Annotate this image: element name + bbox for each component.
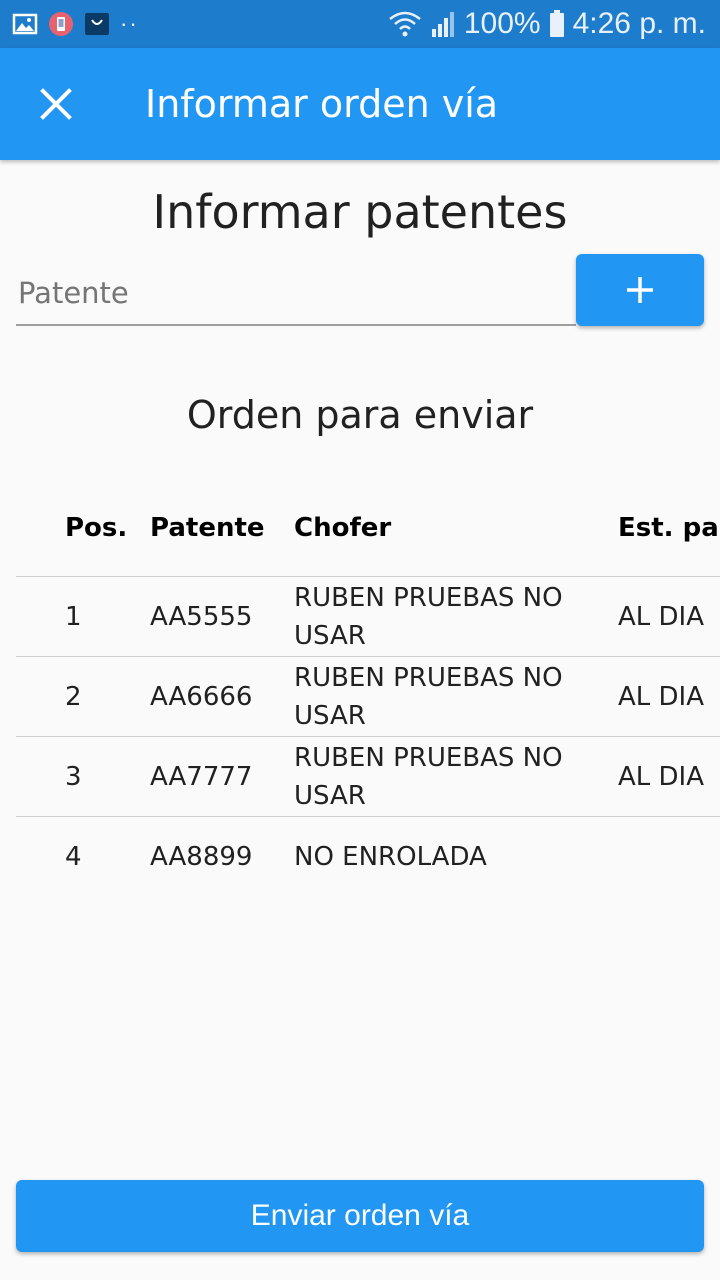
status-indicators: 100% 4:26 p. m. xyxy=(388,8,706,40)
form-title: Informar patentes xyxy=(152,185,568,239)
cell-estado: AL DIA xyxy=(618,681,705,712)
cell-patente: AA5555 xyxy=(150,601,253,632)
signal-icon xyxy=(431,12,454,37)
close-icon xyxy=(40,88,72,120)
cell-chofer: RUBEN PRUEBAS NO USAR xyxy=(294,662,563,731)
column-header-chofer[interactable]: Chofer xyxy=(294,480,594,576)
plus-icon xyxy=(627,277,653,303)
cell-pos: 1 xyxy=(65,601,82,632)
column-header-estado[interactable]: Est. pa xyxy=(618,480,719,576)
clock: 4:26 p. m. xyxy=(572,7,706,40)
table-row[interactable]: 1 AA5555 RUBEN PRUEBAS NO USAR AL DIA xyxy=(16,577,720,657)
app-bar: Informar orden vía xyxy=(0,48,720,160)
wifi-icon xyxy=(389,11,421,37)
app-notification-icon xyxy=(49,12,73,36)
notification-icons: ·· xyxy=(12,11,139,37)
cell-patente: AA6666 xyxy=(150,681,253,712)
cell-patente: AA7777 xyxy=(150,761,253,792)
cell-estado: AL DIA xyxy=(618,761,705,792)
column-header-patente[interactable]: Patente xyxy=(150,480,265,576)
patente-input[interactable] xyxy=(16,262,576,326)
cell-chofer: NO ENROLADA xyxy=(294,842,487,872)
cell-estado: AL DIA xyxy=(618,601,705,632)
column-header-pos[interactable]: Pos. xyxy=(65,480,127,576)
more-notifications-indicator: ·· xyxy=(120,11,139,36)
order-table: Pos. Patente Chofer Est. pa 1 AA5555 RUB… xyxy=(16,480,720,897)
status-bar: ·· 100% 4:26 p. m. xyxy=(0,0,720,48)
cell-pos: 4 xyxy=(65,842,82,872)
table-row[interactable]: 2 AA6666 RUBEN PRUEBAS NO USAR AL DIA xyxy=(16,657,720,737)
table-row[interactable]: 4 AA8899 NO ENROLADA xyxy=(16,817,720,897)
cell-pos: 2 xyxy=(65,681,82,712)
send-order-button[interactable]: Enviar orden vía xyxy=(16,1180,704,1252)
gallery-icon xyxy=(12,13,38,35)
cell-chofer: RUBEN PRUEBAS NO USAR xyxy=(294,582,563,651)
close-button[interactable] xyxy=(28,76,84,132)
battery-icon xyxy=(549,10,564,37)
table-header: Pos. Patente Chofer Est. pa xyxy=(16,480,720,577)
app-bar-title: Informar orden vía xyxy=(145,82,499,126)
order-title: Orden para enviar xyxy=(186,393,534,437)
table-row[interactable]: 3 AA7777 RUBEN PRUEBAS NO USAR AL DIA xyxy=(16,737,720,817)
battery-percent: 100% xyxy=(463,7,541,40)
add-patente-button[interactable] xyxy=(576,254,704,326)
cell-chofer: RUBEN PRUEBAS NO USAR xyxy=(294,742,563,811)
cell-pos: 3 xyxy=(65,761,82,792)
shopping-bag-icon xyxy=(85,13,109,35)
cell-patente: AA8899 xyxy=(150,842,253,872)
